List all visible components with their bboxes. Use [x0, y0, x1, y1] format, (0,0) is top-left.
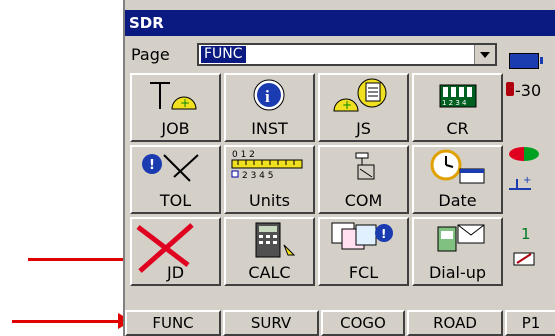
- job-icon: +: [150, 82, 197, 110]
- tile-job[interactable]: + JOB: [130, 73, 221, 142]
- tile-label: CALC: [248, 263, 291, 282]
- svg-text:i: i: [265, 87, 270, 106]
- tile-label: FCL: [348, 263, 379, 282]
- tab-func[interactable]: FUNC: [125, 310, 221, 336]
- svg-text:2 3 4 5: 2 3 4 5: [242, 171, 274, 181]
- side-indicator-value: 1: [521, 225, 531, 243]
- battery-icon: [509, 53, 543, 69]
- pen-icon[interactable]: [513, 251, 535, 267]
- tile-inst[interactable]: i INST: [224, 73, 315, 142]
- info-icon: i: [253, 79, 285, 111]
- tile-label: Date: [438, 191, 477, 210]
- tab-surv[interactable]: SURV: [223, 310, 319, 336]
- annotation-arrow-func: [12, 313, 132, 329]
- tile-calc[interactable]: CALC: [224, 217, 315, 286]
- tile-label: JOB: [161, 119, 190, 138]
- tab-cogo[interactable]: COGO: [321, 310, 405, 336]
- tile-tol[interactable]: ! TOL: [130, 145, 221, 214]
- dial-up-icon: [437, 224, 485, 252]
- device-screen: SDR Page FUNC + JOB i INST + JS 1 2 3 4 …: [123, 0, 555, 336]
- page-label: Page: [131, 45, 170, 64]
- tile-label: JS: [356, 119, 371, 138]
- tile-label: CR: [446, 119, 469, 138]
- card-reader-icon: 1 2 3 4: [439, 84, 477, 108]
- face-indicator-icon: [509, 147, 539, 161]
- tolerance-icon: !: [142, 154, 199, 182]
- tile-fcl[interactable]: ! FCL: [318, 217, 409, 286]
- function-grid: + JOB i INST + JS 1 2 3 4 CR ! TOL 0 1 2…: [130, 73, 503, 286]
- tab-p1[interactable]: P1: [505, 310, 555, 336]
- status-sidebar: -30 + 1: [503, 53, 555, 286]
- title-bar: SDR: [125, 10, 555, 36]
- tile-label: Dial-up: [428, 263, 487, 282]
- ruler-icon: 0 1 2 2 3 4 5: [231, 150, 303, 181]
- record-icon: [506, 82, 514, 96]
- tab-road[interactable]: ROAD: [407, 310, 503, 336]
- tile-units[interactable]: 0 1 2 2 3 4 5 Units: [224, 145, 315, 214]
- job-settings-icon: +: [333, 78, 387, 112]
- feature-code-list-icon: !: [331, 222, 393, 250]
- page-bar: Page FUNC: [125, 40, 555, 70]
- tile-cr[interactable]: 1 2 3 4 CR: [412, 73, 503, 142]
- svg-text:0 1 2: 0 1 2: [232, 150, 255, 160]
- svg-text:!: !: [381, 227, 386, 241]
- calculator-icon: [255, 222, 296, 258]
- temperature-value: -30: [515, 81, 542, 100]
- tile-label: JD: [166, 263, 185, 282]
- clock-calendar-icon: [430, 149, 485, 184]
- communication-icon: [355, 152, 375, 180]
- tile-label: Units: [249, 191, 290, 210]
- svg-text:!: !: [149, 158, 155, 173]
- tile-label: INST: [251, 119, 288, 138]
- page-dropdown[interactable]: FUNC: [197, 43, 497, 66]
- tile-label: COM: [344, 191, 383, 210]
- tile-label: TOL: [159, 191, 192, 210]
- bottom-tab-bar: FUNC SURV COGO ROAD P1: [125, 310, 555, 336]
- tile-jd[interactable]: JD: [130, 217, 221, 286]
- page-dropdown-value: FUNC: [201, 46, 246, 63]
- svg-text:+: +: [342, 98, 352, 112]
- svg-text:+: +: [180, 96, 190, 110]
- svg-text:+: +: [523, 175, 531, 186]
- chevron-down-icon[interactable]: [474, 45, 495, 64]
- tile-date[interactable]: Date: [412, 145, 503, 214]
- svg-text:1 2 3 4: 1 2 3 4: [442, 99, 467, 107]
- level-icon: +: [509, 175, 531, 190]
- tile-com[interactable]: COM: [318, 145, 409, 214]
- tile-js[interactable]: + JS: [318, 73, 409, 142]
- tile-dial-up[interactable]: Dial-up: [412, 217, 503, 286]
